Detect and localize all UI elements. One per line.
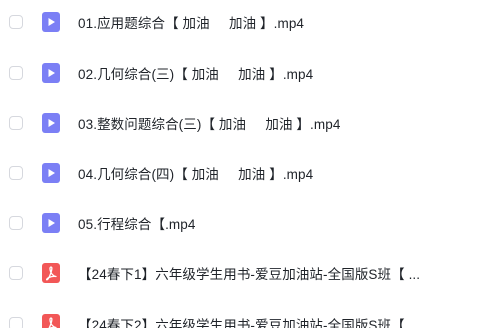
row-checkbox[interactable] [9, 66, 23, 80]
file-name[interactable]: 02.几何综合(三)【 加油 加油 】.mp4 [78, 63, 313, 83]
row-checkbox[interactable] [9, 317, 23, 328]
video-file-icon [41, 63, 61, 83]
video-file-icon [41, 163, 61, 183]
file-row[interactable]: 【24春下1】六年级学生用书-爱豆加油站-全国版S班【 ... [0, 253, 479, 293]
file-row[interactable]: 04.几何综合(四)【 加油 加油 】.mp4 [0, 153, 479, 193]
video-file-icon [41, 213, 61, 233]
pdf-file-icon [41, 314, 61, 328]
row-checkbox[interactable] [9, 216, 23, 230]
file-name[interactable]: 03.整数问题综合(三)【 加油 加油 】.mp4 [78, 113, 340, 133]
file-name[interactable]: 【24春下2】六年级学生用书-爱豆加油站-全国版S班【 ... [78, 314, 420, 328]
video-file-icon [41, 12, 61, 32]
row-checkbox[interactable] [9, 15, 23, 29]
row-checkbox[interactable] [9, 266, 23, 280]
pdf-file-icon [41, 263, 61, 283]
file-row[interactable]: 【24春下2】六年级学生用书-爱豆加油站-全国版S班【 ... [0, 304, 479, 328]
file-name[interactable]: 04.几何综合(四)【 加油 加油 】.mp4 [78, 163, 313, 183]
video-file-icon [41, 113, 61, 133]
file-row[interactable]: 03.整数问题综合(三)【 加油 加油 】.mp4 [0, 103, 479, 143]
file-list: 01.应用题综合【 加油 加油 】.mp4 02.几何综合(三)【 加油 加油 … [0, 0, 479, 328]
file-row[interactable]: 05.行程综合【.mp4 [0, 203, 479, 243]
file-row[interactable]: 02.几何综合(三)【 加油 加油 】.mp4 [0, 53, 479, 93]
row-checkbox[interactable] [9, 116, 23, 130]
file-name[interactable]: 05.行程综合【.mp4 [78, 213, 195, 233]
file-name[interactable]: 01.应用题综合【 加油 加油 】.mp4 [78, 12, 304, 32]
file-row[interactable]: 01.应用题综合【 加油 加油 】.mp4 [0, 2, 479, 42]
row-checkbox[interactable] [9, 166, 23, 180]
file-name[interactable]: 【24春下1】六年级学生用书-爱豆加油站-全国版S班【 ... [78, 263, 420, 283]
